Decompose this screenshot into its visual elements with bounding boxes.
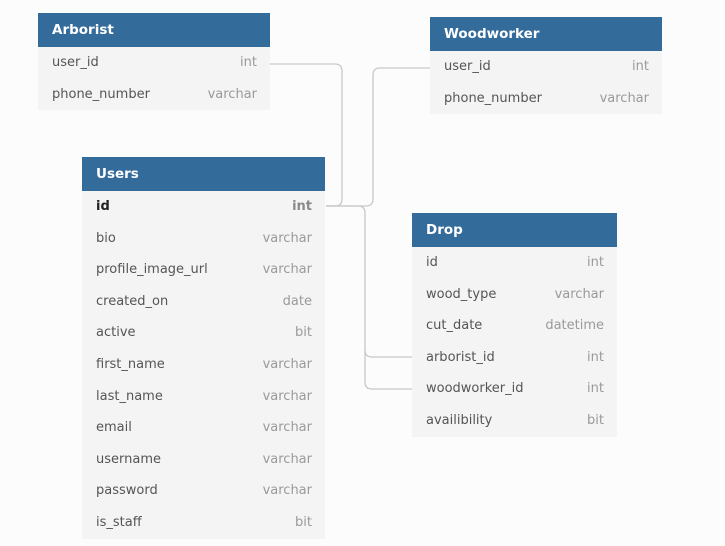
column-row[interactable]: user_id int	[430, 51, 662, 83]
column-name: phone_number	[444, 90, 542, 106]
column-type: varchar	[262, 451, 312, 467]
column-row[interactable]: last_name varchar	[82, 381, 325, 413]
column-type: varchar	[599, 90, 649, 106]
table-woodworker[interactable]: Woodworker user_id int phone_number varchar	[430, 17, 662, 115]
column-row[interactable]: username varchar	[82, 444, 325, 476]
column-name: arborist_id	[426, 349, 495, 365]
column-name: created_on	[96, 293, 169, 309]
column-row[interactable]: id int	[82, 191, 325, 223]
table-woodworker-columns: user_id int phone_number varchar	[430, 51, 662, 114]
column-type: varchar	[262, 262, 312, 278]
erd-canvas: Arborist user_id int phone_number varchar W…	[0, 0, 725, 546]
table-users-title[interactable]: Users	[82, 157, 325, 191]
column-name: woodworker_id	[426, 381, 524, 397]
column-type: int	[587, 381, 604, 397]
column-name: user_id	[52, 55, 99, 70]
column-type: varchar	[262, 230, 312, 246]
column-name: phone_number	[52, 86, 150, 102]
column-type: date	[282, 293, 312, 309]
column-row[interactable]: availibility bit	[412, 405, 617, 437]
column-name: password	[96, 483, 158, 499]
column-row[interactable]: phone_number varchar	[430, 83, 662, 115]
link-users-drop-arborist	[326, 205, 412, 358]
column-name: id	[426, 255, 438, 270]
column-row[interactable]: is_staff bit	[82, 507, 325, 539]
table-drop[interactable]: Drop id int wood_type varchar cut_date dateti…	[412, 213, 617, 437]
column-row[interactable]: active bit	[82, 317, 325, 349]
column-name: active	[96, 325, 136, 341]
column-name: user_id	[444, 59, 491, 74]
column-name: first_name	[96, 356, 165, 372]
column-name: email	[96, 420, 132, 436]
column-row[interactable]: user_id int	[38, 47, 270, 79]
table-users-columns: id int bio varchar profile_image_url varchar c…	[82, 191, 325, 539]
table-users[interactable]: Users id int bio varchar profile_image_url va…	[82, 157, 325, 539]
column-name: bio	[96, 230, 116, 246]
table-drop-columns: id int wood_type varchar cut_date datetime arb…	[412, 247, 617, 437]
column-name: username	[96, 451, 161, 467]
column-row[interactable]: wood_type varchar	[412, 279, 617, 311]
column-type: int	[292, 199, 312, 214]
column-type: varchar	[262, 420, 312, 436]
table-arborist[interactable]: Arborist user_id int phone_number varchar	[38, 13, 270, 111]
column-type: varchar	[554, 286, 604, 302]
column-row[interactable]: woodworker_id int	[412, 373, 617, 405]
column-name: is_staff	[96, 514, 142, 530]
column-name: wood_type	[426, 286, 497, 302]
column-type: varchar	[207, 86, 257, 102]
column-type: int	[632, 59, 649, 74]
column-row[interactable]: first_name varchar	[82, 349, 325, 381]
table-drop-title[interactable]: Drop	[412, 213, 617, 247]
column-type: int	[240, 55, 257, 70]
column-name: cut_date	[426, 318, 483, 334]
table-arborist-title[interactable]: Arborist	[38, 13, 270, 47]
column-row[interactable]: created_on date	[82, 286, 325, 318]
link-users-drop-woodworker	[364, 350, 412, 390]
column-row[interactable]: password varchar	[82, 475, 325, 507]
column-row[interactable]: phone_number varchar	[38, 79, 270, 111]
column-type: bit	[587, 412, 604, 428]
column-type: int	[587, 255, 604, 270]
column-row[interactable]: cut_date datetime	[412, 310, 617, 342]
column-row[interactable]: email varchar	[82, 412, 325, 444]
table-arborist-columns: user_id int phone_number varchar	[38, 47, 270, 110]
column-row[interactable]: profile_image_url varchar	[82, 254, 325, 286]
column-name: profile_image_url	[96, 262, 208, 278]
column-row[interactable]: id int	[412, 247, 617, 279]
column-type: varchar	[262, 356, 312, 372]
column-type: int	[587, 349, 604, 365]
column-type: varchar	[262, 483, 312, 499]
column-row[interactable]: bio varchar	[82, 223, 325, 255]
column-type: varchar	[262, 388, 312, 404]
column-name: availibility	[426, 412, 493, 428]
column-name: last_name	[96, 388, 163, 404]
column-type: datetime	[545, 318, 604, 334]
column-name: id	[96, 199, 110, 214]
column-type: bit	[295, 325, 312, 341]
column-type: bit	[295, 514, 312, 530]
table-woodworker-title[interactable]: Woodworker	[430, 17, 662, 51]
column-row[interactable]: arborist_id int	[412, 342, 617, 374]
